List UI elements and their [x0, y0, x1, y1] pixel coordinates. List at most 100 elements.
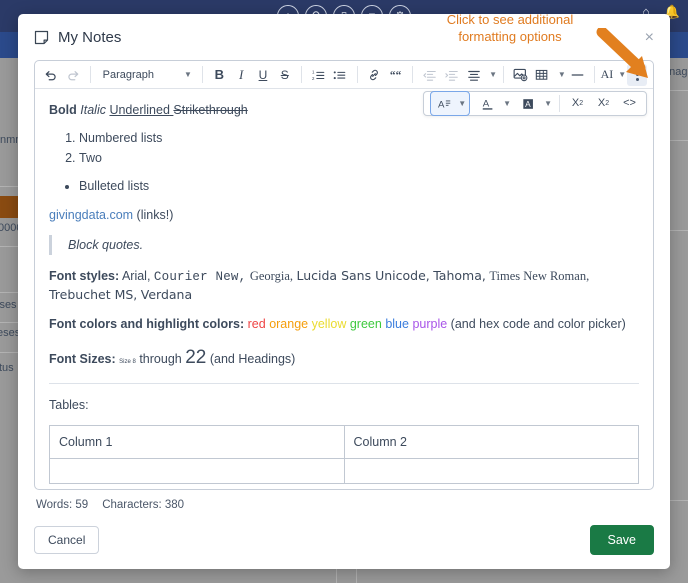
chevron-down-icon: ▼: [544, 99, 552, 108]
svg-text:“: “: [396, 69, 402, 81]
font-sample-trebuchet: Trebuchet MS,: [49, 286, 138, 302]
paragraph-style-value: Paragraph: [102, 68, 155, 81]
horizontal-rule-icon[interactable]: [567, 64, 588, 85]
chevron-down-icon: ▼: [503, 99, 512, 108]
toolbar-separator: [593, 66, 595, 83]
font-sample-georgia: Georgia,: [249, 268, 293, 283]
font-color-dropdown[interactable]: A ▼: [477, 93, 511, 114]
editor-stats: Words: 59 Characters: 380: [34, 490, 654, 511]
strikethrough-sample: Strikethrough: [173, 103, 248, 117]
image-icon[interactable]: [510, 64, 531, 85]
bullet-list-icon[interactable]: [330, 64, 351, 85]
underline-button[interactable]: U: [253, 64, 274, 85]
ai-label: AI: [600, 67, 614, 81]
horizontal-rule-sample: [49, 382, 639, 384]
font-sizes-mid: through: [139, 352, 182, 367]
rich-text-editor: Paragraph ▼ B I U S 12 “ “ ▼ ▼ AI ▼ A ▼ …: [34, 60, 654, 490]
color-word-red: red: [247, 317, 266, 331]
font-sizes-label: Font Sizes:: [49, 352, 116, 367]
align-icon: [463, 64, 484, 85]
superscript-button[interactable]: X2: [567, 93, 588, 114]
bold-button[interactable]: B: [209, 64, 230, 85]
toolbar-separator: [201, 66, 203, 83]
toolbar-separator: [356, 66, 358, 83]
modal-title-text: My Notes: [58, 28, 122, 46]
kebab-icon: [635, 68, 639, 81]
table-header-cell[interactable]: Column 1: [49, 424, 345, 459]
color-word-orange: orange: [269, 317, 309, 331]
table-cell[interactable]: [343, 457, 639, 484]
subscript-button[interactable]: X2: [593, 93, 614, 114]
list-item: Two: [79, 149, 639, 167]
superscript-base: X: [571, 97, 580, 109]
table-header-cell[interactable]: Column 2: [343, 424, 639, 459]
underlined-sample: Underlined: [109, 103, 170, 117]
indent-icon[interactable]: [441, 64, 462, 85]
ai-dropdown[interactable]: AI ▼: [601, 67, 627, 82]
superscript-exponent: 2: [579, 100, 584, 107]
editor-content[interactable]: Bold Italic Underlined Strikethrough Num…: [35, 89, 653, 489]
font-sample-times: Times New Roman,: [489, 268, 590, 283]
font-sample-tahoma: Tahoma,: [433, 267, 486, 283]
table-cell[interactable]: [49, 457, 345, 484]
chevron-down-icon: ▼: [489, 70, 498, 79]
italic-button[interactable]: I: [231, 64, 252, 85]
subscript-base: X: [597, 97, 606, 109]
background-text-fragment: tus: [0, 362, 14, 374]
list-item: Numbered lists: [79, 129, 639, 147]
table-row: Column 1 Column 2: [49, 424, 639, 459]
highlight-color-dropdown[interactable]: A ▼: [518, 93, 552, 114]
more-options-button[interactable]: [627, 63, 647, 86]
numbered-list: Numbered lists Two: [49, 129, 639, 167]
font-family-dropdown[interactable]: A ▼: [430, 91, 471, 116]
font-styles-line: Font styles: Arial, Courier New, Georgia…: [49, 267, 639, 304]
modal-body: Paragraph ▼ B I U S 12 “ “ ▼ ▼ AI ▼ A ▼ …: [18, 60, 670, 511]
close-icon[interactable]: ×: [641, 28, 658, 48]
undo-icon[interactable]: [41, 64, 62, 85]
svg-text:A: A: [438, 99, 445, 110]
redo-icon[interactable]: [63, 64, 84, 85]
font-sizes-suffix: (and Headings): [209, 352, 296, 367]
font-size-small-sample: Size 8: [119, 359, 136, 366]
cancel-button[interactable]: Cancel: [34, 526, 100, 554]
toolbar-separator: [412, 66, 414, 83]
outdent-icon[interactable]: [419, 64, 440, 85]
paragraph-style-select[interactable]: Paragraph ▼: [97, 64, 196, 85]
note-icon: [34, 30, 49, 45]
chevron-down-icon: ▼: [557, 70, 566, 79]
highlight-color-icon: A: [518, 93, 539, 114]
editor-toolbar: Paragraph ▼ B I U S 12 “ “ ▼ ▼ AI ▼: [35, 61, 653, 89]
font-sizes-line: Font Sizes: Size 8 through 22 (and Headi…: [49, 344, 639, 372]
svg-text:A: A: [482, 98, 489, 109]
bold-sample: Bold: [49, 103, 77, 117]
my-notes-modal: My Notes × Paragraph ▼ B I U S 1 2 “ “ ▼…: [18, 14, 670, 569]
link-suffix: (links!): [133, 207, 174, 222]
align-dropdown[interactable]: ▼: [463, 64, 497, 85]
color-word-purple: purple: [412, 317, 448, 331]
svg-text:A: A: [525, 98, 531, 108]
font-sample-verdana: Verdana: [140, 286, 193, 302]
font-size-large-sample: 22: [185, 347, 207, 369]
font-sample-courier: Courier New,: [153, 269, 247, 284]
link-icon[interactable]: [364, 64, 385, 85]
background-text-fragment: ises: [0, 299, 17, 311]
table-row: [49, 457, 639, 484]
blockquote-sample: Block quotes.: [49, 234, 639, 255]
font-color-icon: A: [477, 93, 498, 114]
quote-icon[interactable]: ““: [386, 64, 407, 85]
code-button[interactable]: <>: [619, 93, 640, 114]
font-colors-suffix: (and hex code and color picker): [450, 317, 626, 331]
color-word-green: green: [349, 317, 382, 331]
font-colors-line: Font colors and highlight colors: red or…: [49, 315, 639, 333]
list-item: Bulleted lists: [79, 177, 639, 195]
save-button[interactable]: Save: [589, 525, 654, 555]
strikethrough-button[interactable]: S: [274, 64, 295, 85]
additional-formatting-panel: A ▼ A ▼ A ▼ X2 X 2 <>: [423, 91, 647, 116]
toolbar-separator: [89, 66, 91, 83]
font-colors-label: Font colors and highlight colors:: [49, 317, 245, 331]
table-dropdown[interactable]: ▼: [532, 64, 566, 85]
givingdata-link[interactable]: givingdata.com: [49, 208, 133, 222]
italic-sample: Italic: [80, 103, 106, 117]
modal-title: My Notes: [34, 29, 121, 46]
ordered-list-icon[interactable]: 12: [308, 64, 329, 85]
